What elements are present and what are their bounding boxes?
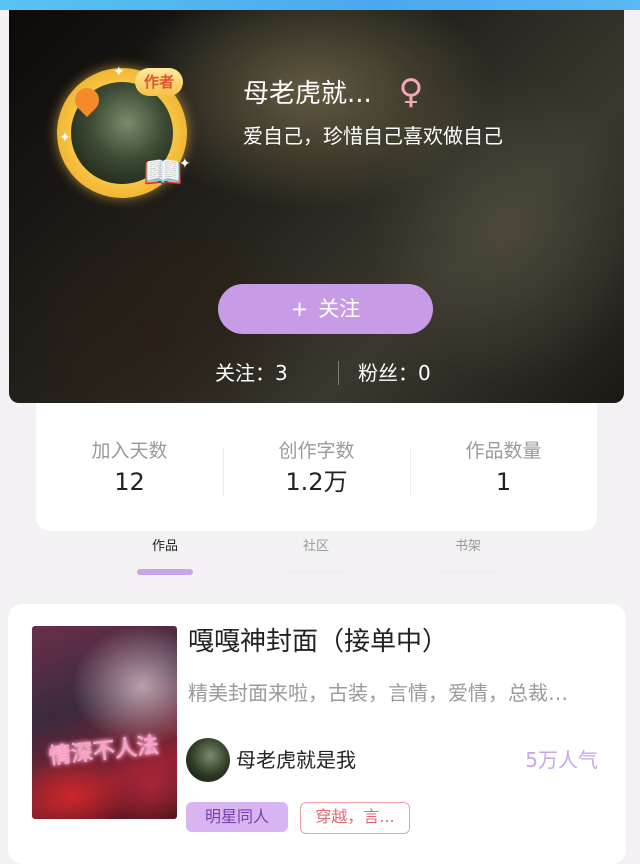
profile-banner: 作者 📖 ✦ ✦ ✦ 母老虎就... ♀ 爱自己，珍惜自己喜欢做自己 + 关注 关… [9,10,624,403]
top-status-strip [0,0,640,10]
profile-motto: 爱自己，珍惜自己喜欢做自己 [243,124,503,148]
tab-indicator [288,569,344,575]
author-avatar-frame[interactable]: 作者 📖 ✦ ✦ ✦ [47,58,197,208]
work-card[interactable]: 情深不人法 嘎嘎神封面（接单中） 精美封面来啦，古装，言情，爱情，总裁… 母老虎… [8,604,626,864]
stat-join-days: 加入天数 12 [36,437,223,499]
tab-community[interactable]: 社区 [261,537,371,575]
stat-label: 加入天数 [91,440,168,462]
stat-value: 12 [114,468,145,496]
stat-label: 作品数量 [465,440,542,462]
stat-value: 1 [495,468,512,496]
tab-indicator [137,569,193,575]
author-stats-card: 加入天数 12 创作字数 1.2万 作品数量 1 [36,403,597,531]
follow-button-label: 关注 [318,297,361,321]
tab-works[interactable]: 作品 [110,537,220,575]
genre-tag[interactable]: 明星同人 [186,802,288,832]
divider [338,361,339,385]
stat-label: 创作字数 [278,440,355,462]
sparkle-icon: ✦ [59,130,71,146]
plus-icon: + [290,297,309,321]
sparkle-icon: ✦ [113,64,125,80]
follow-button[interactable]: + 关注 [218,284,433,334]
book-cover[interactable]: 情深不人法 [32,626,177,819]
profile-tabs: 作品 社区 书架 [0,531,640,576]
tab-indicator [440,569,496,575]
tab-label: 社区 [302,539,329,554]
stat-word-count: 创作字数 1.2万 [223,437,410,499]
fans-count[interactable]: 粉丝：0 [358,356,431,390]
username: 母老虎就... [243,79,372,109]
stat-work-count: 作品数量 1 [410,437,597,499]
cover-title: 情深不人法 [47,732,161,770]
author-badge: 作者 [135,68,183,96]
sparkle-icon: ✦ [179,156,191,172]
tab-bookshelf[interactable]: 书架 [413,537,523,575]
author-name: 母老虎就是我 [236,748,356,772]
popularity-count: 5万人气 [525,748,598,772]
work-description: 精美封面来啦，古装，言情，爱情，总裁… [188,681,568,705]
stat-value: 1.2万 [285,468,348,496]
tab-label: 作品 [151,539,178,554]
genre-tag[interactable]: 穿越，言... [300,802,410,834]
author-avatar [186,738,230,782]
tab-label: 书架 [454,539,481,554]
work-title[interactable]: 嘎嘎神封面（接单中） [188,622,448,662]
female-symbol-icon: ♀ [398,72,424,112]
following-count[interactable]: 关注：3 [215,356,288,390]
